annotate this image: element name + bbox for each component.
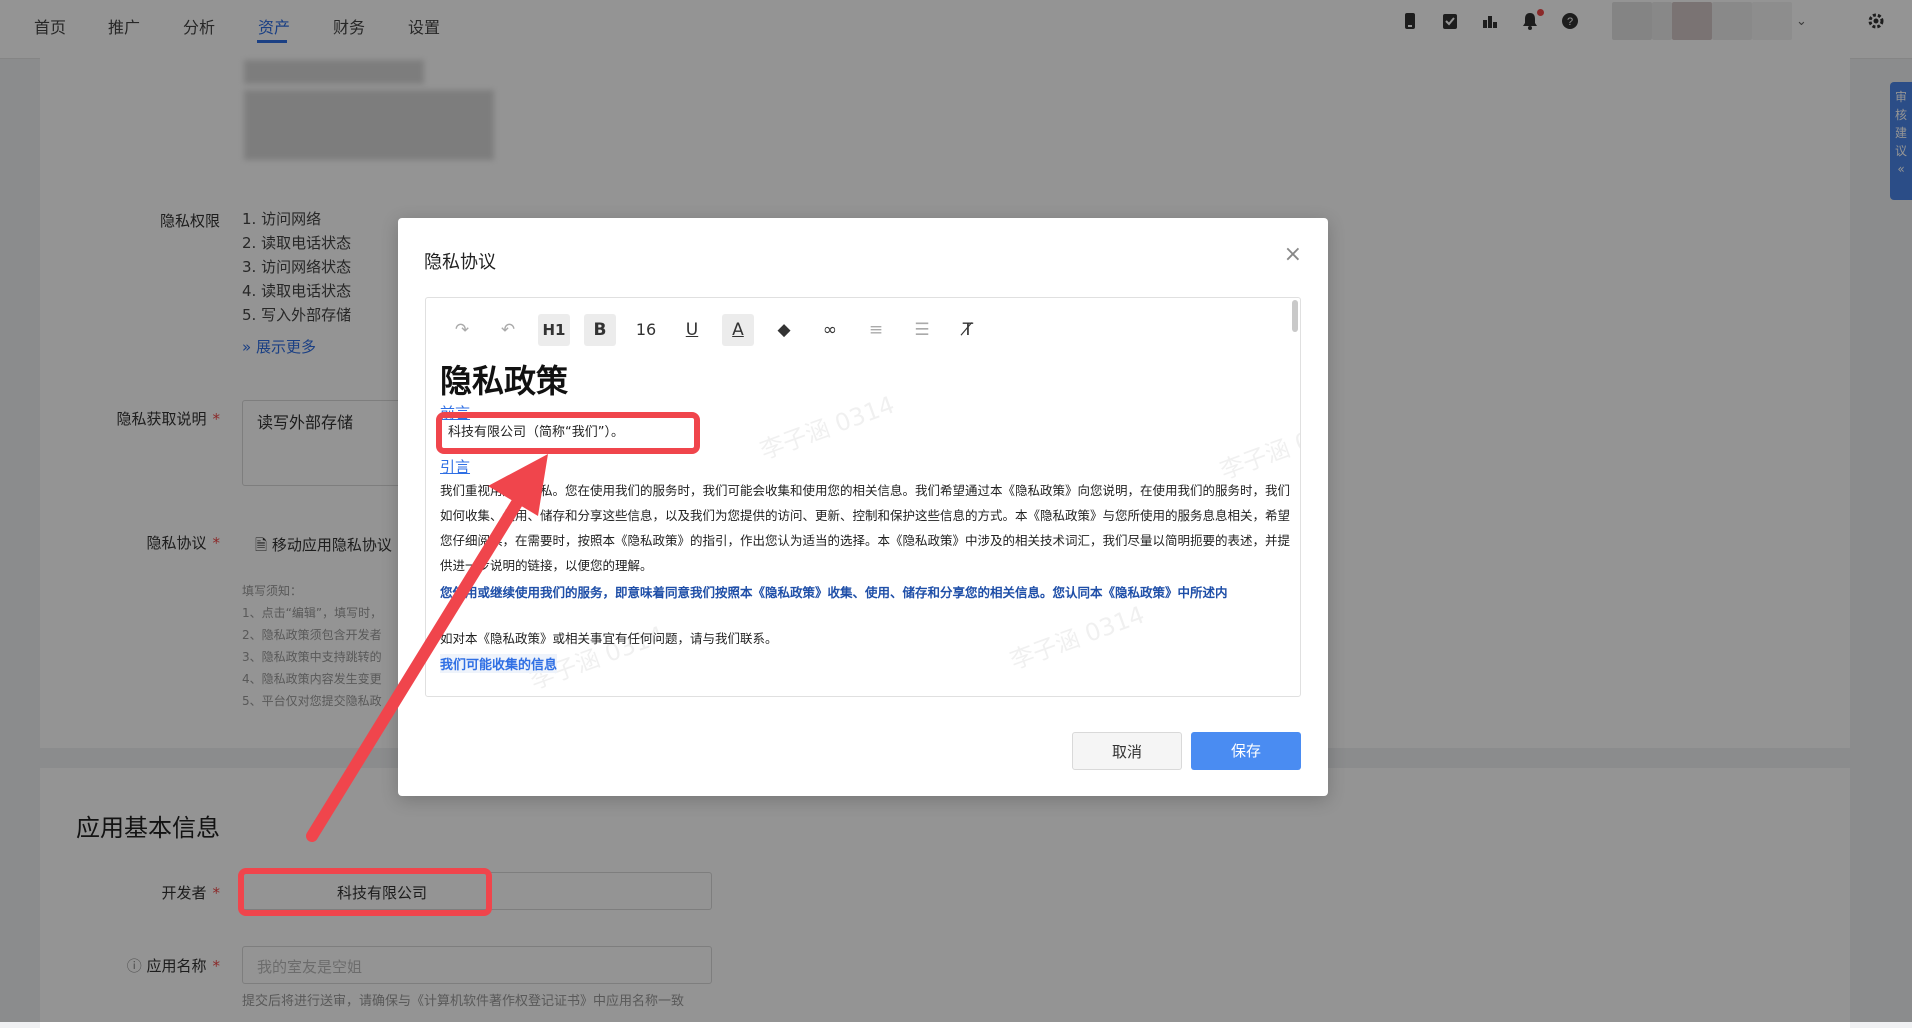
annotation-arrow: [306, 454, 548, 842]
